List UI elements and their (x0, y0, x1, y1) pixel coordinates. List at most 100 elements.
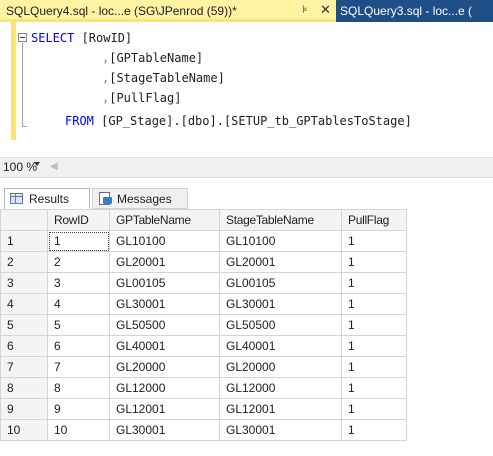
tab-messages-label: Messages (117, 192, 172, 206)
grid-icon (10, 193, 23, 204)
row-number[interactable]: 7 (0, 356, 48, 378)
row-number[interactable]: 3 (0, 272, 48, 294)
cell-pullflag[interactable]: 1 (341, 314, 407, 336)
pin-icon[interactable]: ⊧ (302, 3, 308, 16)
cell-gptablename[interactable]: GL50500 (109, 314, 220, 336)
fold-guide-end (22, 126, 27, 127)
messages-icon (99, 192, 112, 205)
cell-pullflag[interactable]: 1 (341, 293, 407, 315)
cell-stagetablename[interactable]: GL12001 (219, 398, 342, 420)
tab-title: SQLQuery3.sql - loc...e ( (340, 4, 473, 18)
document-tab-strip: SQLQuery4.sql - loc...e (SG\JPenrod (59)… (0, 0, 493, 22)
row-number[interactable]: 2 (0, 251, 48, 273)
tab-sqlquery3[interactable]: SQLQuery3.sql - loc...e ( (336, 0, 493, 22)
code-line-from: FROM [GP_Stage].[dbo].[SETUP_tb_GPTables… (65, 113, 412, 129)
cell-pullflag[interactable]: 1 (341, 251, 407, 273)
cell-gptablename[interactable]: GL30001 (109, 419, 220, 441)
row-number[interactable]: 9 (0, 398, 48, 420)
cell-rowid[interactable]: 6 (47, 335, 110, 357)
cell-gptablename[interactable]: GL12000 (109, 377, 220, 399)
cell-rowid[interactable]: 4 (47, 293, 110, 315)
row-number[interactable]: 4 (0, 293, 48, 315)
table-row[interactable]: 4 4 GL30001 GL30001 1 (0, 293, 407, 315)
table-row[interactable]: 8 8 GL12000 GL12000 1 (0, 377, 407, 399)
column-header-pullflag[interactable]: PullFlag (341, 209, 407, 231)
table-row[interactable]: 3 3 GL00105 GL00105 1 (0, 272, 407, 294)
tab-messages[interactable]: Messages (92, 188, 188, 209)
cell-stagetablename[interactable]: GL30001 (219, 293, 342, 315)
cell-gptablename[interactable]: GL30001 (109, 293, 220, 315)
table-name: [GP_Stage].[dbo].[SETUP_tb_GPTablesToSta… (93, 114, 412, 128)
row-number[interactable]: 8 (0, 377, 48, 399)
cell-stagetablename[interactable]: GL30001 (219, 419, 342, 441)
cell-stagetablename[interactable]: GL20000 (219, 356, 342, 378)
cell-pullflag[interactable]: 1 (341, 230, 407, 252)
cell-pullflag[interactable]: 1 (341, 356, 407, 378)
cell-stagetablename[interactable]: GL00105 (219, 272, 342, 294)
column-stagetablename: [StageTableName] (109, 71, 225, 85)
results-tab-strip: Results Messages (0, 186, 493, 209)
tab-results[interactable]: Results (4, 188, 90, 209)
code-line-select: SELECT [RowID] (31, 30, 132, 46)
cell-stagetablename[interactable]: GL50500 (219, 314, 342, 336)
column-header-stagetablename[interactable]: StageTableName (219, 209, 342, 231)
cell-pullflag[interactable]: 1 (341, 335, 407, 357)
column-rowid: [RowID] (74, 31, 133, 45)
results-grid[interactable]: RowID GPTableName StageTableName PullFla… (0, 209, 407, 441)
keyword-from: FROM (65, 114, 94, 128)
cell-stagetablename[interactable]: GL20001 (219, 251, 342, 273)
table-row[interactable]: 2 2 GL20001 GL20001 1 (0, 251, 407, 273)
collapse-icon[interactable] (18, 33, 27, 42)
cell-rowid[interactable]: 2 (47, 251, 110, 273)
cell-rowid[interactable]: 3 (47, 272, 110, 294)
cell-stagetablename[interactable]: GL40001 (219, 335, 342, 357)
tab-sqlquery4[interactable]: SQLQuery4.sql - loc...e (SG\JPenrod (59)… (0, 0, 336, 22)
cell-rowid[interactable]: 10 (47, 419, 110, 441)
corner-header[interactable] (0, 209, 48, 231)
row-number[interactable]: 6 (0, 335, 48, 357)
cell-gptablename[interactable]: GL00105 (109, 272, 220, 294)
table-row[interactable]: 10 10 GL30001 GL30001 1 (0, 419, 407, 441)
code-line-stagetablename: ,[StageTableName] (102, 70, 225, 86)
cell-rowid[interactable]: 7 (47, 356, 110, 378)
code-line-gptablename: ,[GPTableName] (102, 50, 203, 66)
code-line-pullflag: ,[PullFlag] (102, 90, 181, 106)
query-editor[interactable]: SELECT [RowID] ,[GPTableName] ,[StageTab… (0, 22, 493, 155)
table-row[interactable]: 1 1 GL10100 GL10100 1 (0, 230, 407, 252)
table-row[interactable]: 5 5 GL50500 GL50500 1 (0, 314, 407, 336)
cell-gptablename[interactable]: GL12001 (109, 398, 220, 420)
cell-gptablename[interactable]: GL20000 (109, 356, 220, 378)
cell-rowid[interactable]: 1 (47, 230, 110, 252)
row-number[interactable]: 10 (0, 419, 48, 441)
table-row[interactable]: 9 9 GL12001 GL12001 1 (0, 398, 407, 420)
scroll-left-icon[interactable]: ◀ (50, 161, 58, 172)
tab-results-label: Results (29, 192, 70, 206)
column-header-rowid[interactable]: RowID (47, 209, 110, 231)
chevron-down-icon[interactable] (34, 162, 40, 166)
cell-rowid[interactable]: 5 (47, 314, 110, 336)
grid-header-row: RowID GPTableName StageTableName PullFla… (0, 209, 407, 231)
cell-pullflag[interactable]: 1 (341, 272, 407, 294)
zoom-level[interactable]: 100 % (3, 160, 37, 174)
cell-gptablename[interactable]: GL10100 (109, 230, 220, 252)
row-number[interactable]: 1 (0, 230, 48, 252)
table-row[interactable]: 7 7 GL20000 GL20000 1 (0, 356, 407, 378)
cell-stagetablename[interactable]: GL12000 (219, 377, 342, 399)
cell-stagetablename[interactable]: GL10100 (219, 230, 342, 252)
row-number[interactable]: 5 (0, 314, 48, 336)
tab-title: SQLQuery4.sql - loc...e (SG\JPenrod (59)… (6, 4, 237, 18)
change-marker (11, 22, 16, 140)
close-icon[interactable]: ✕ (320, 2, 331, 18)
cell-pullflag[interactable]: 1 (341, 398, 407, 420)
cell-pullflag[interactable]: 1 (341, 419, 407, 441)
fold-guide (22, 43, 23, 127)
cell-rowid[interactable]: 9 (47, 398, 110, 420)
cell-gptablename[interactable]: GL20001 (109, 251, 220, 273)
cell-gptablename[interactable]: GL40001 (109, 335, 220, 357)
column-header-gptablename[interactable]: GPTableName (109, 209, 220, 231)
table-row[interactable]: 6 6 GL40001 GL40001 1 (0, 335, 407, 357)
cell-rowid[interactable]: 8 (47, 377, 110, 399)
keyword-select: SELECT (31, 31, 75, 45)
column-gptablename: [GPTableName] (109, 51, 204, 65)
cell-pullflag[interactable]: 1 (341, 377, 407, 399)
